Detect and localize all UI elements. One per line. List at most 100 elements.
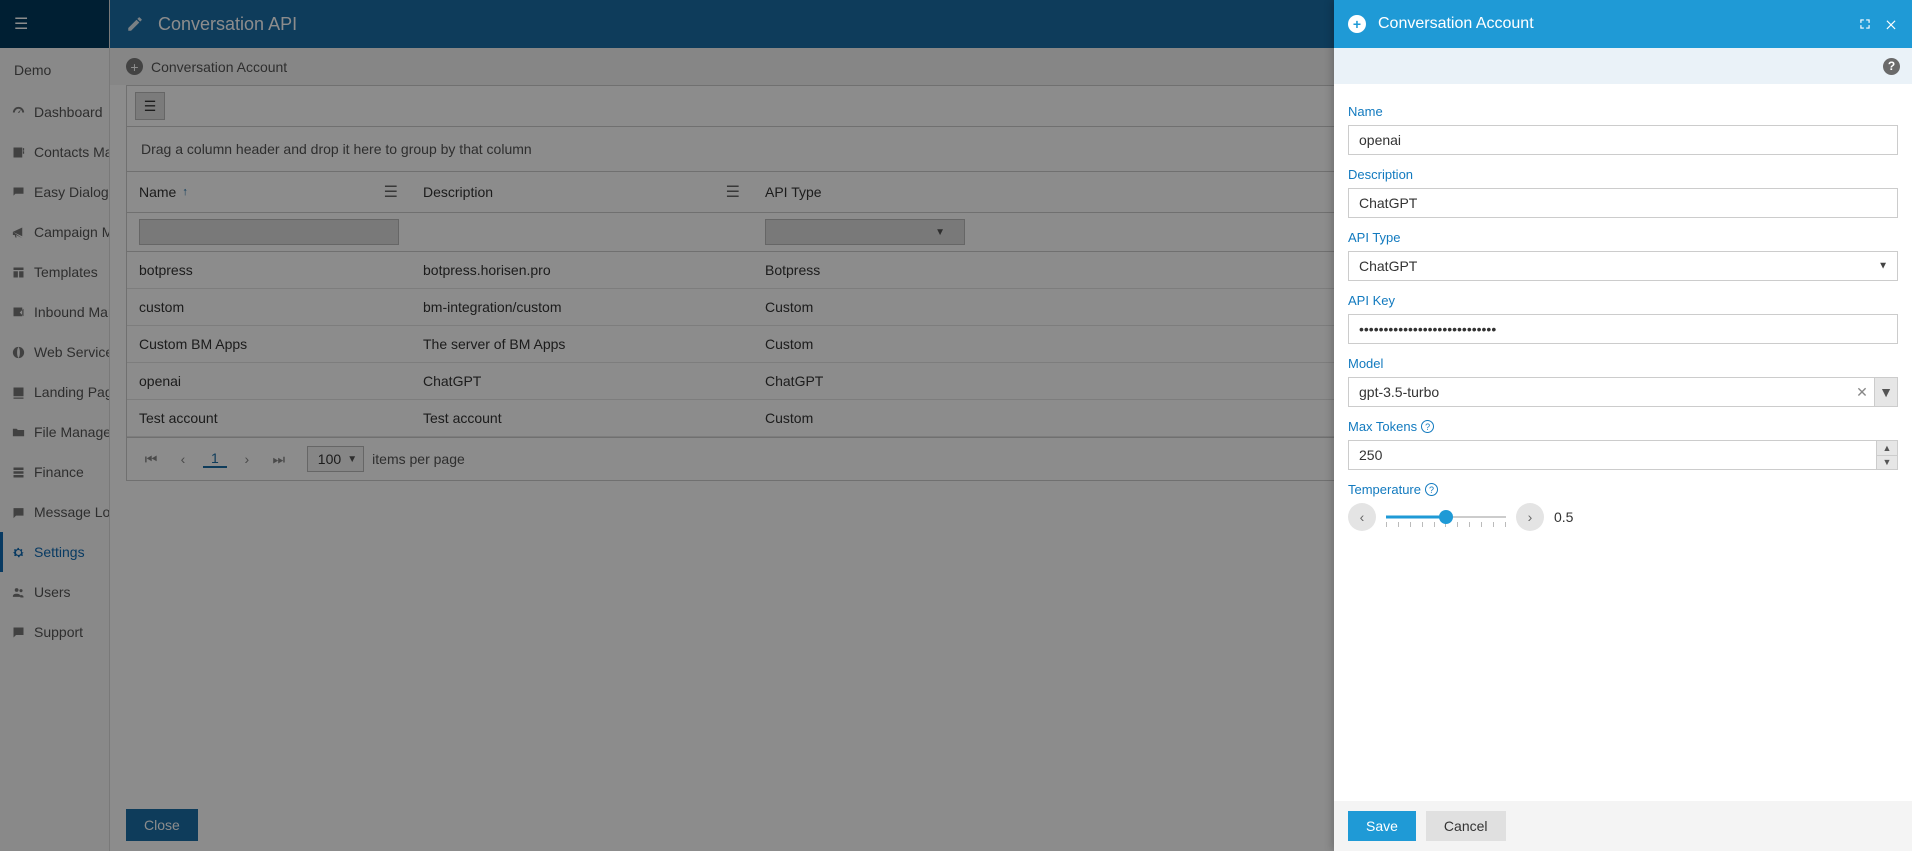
filter-name-input[interactable]	[139, 219, 399, 245]
sidebar-item-contacts-manager[interactable]: Contacts Manager	[0, 132, 109, 172]
plus-circle-icon: +	[1348, 15, 1366, 33]
hamburger-icon: ☰	[14, 14, 28, 34]
webservices-icon	[10, 344, 26, 360]
spin-up-icon[interactable]: ▲	[1877, 441, 1897, 455]
sidebar-item-label: Support	[34, 624, 83, 640]
messagelog-icon	[10, 504, 26, 520]
temperature-value: 0.5	[1554, 509, 1573, 525]
sidebar-item-campaign-manager[interactable]: Campaign Manager	[0, 212, 109, 252]
pager-prev-icon[interactable]: ‹	[171, 447, 195, 471]
sidebar-item-users[interactable]: Users	[0, 572, 109, 612]
inbound-icon	[10, 304, 26, 320]
pencil-icon	[126, 15, 144, 33]
pager-last-icon[interactable]: ⏭	[267, 447, 291, 471]
sidebar-item-templates[interactable]: Templates	[0, 252, 109, 292]
close-button[interactable]: Close	[126, 809, 198, 841]
max-tokens-field[interactable]	[1348, 440, 1876, 470]
sidebar-item-settings[interactable]: Settings	[0, 532, 109, 572]
sidebar-item-label: Settings	[34, 544, 85, 560]
pager-page[interactable]: 1	[203, 450, 227, 468]
pager-first-icon[interactable]: ⏮	[139, 447, 163, 471]
sidebar-item-label: Easy Dialog	[34, 184, 109, 200]
sort-asc-icon: ↑	[182, 186, 188, 198]
panel-header: + Conversation Account	[1334, 0, 1912, 48]
spin-down-icon[interactable]: ▼	[1877, 455, 1897, 470]
sidebar-item-label: Inbound Manager	[34, 304, 109, 320]
temperature-slider[interactable]	[1386, 507, 1506, 527]
sidebar-item-label: Message Log	[34, 504, 109, 520]
info-icon[interactable]: ?	[1425, 483, 1438, 496]
sidebar-item-label: Landing Pages	[34, 384, 109, 400]
api-type-select[interactable]	[1348, 251, 1898, 281]
grid-menu-button[interactable]: ☰	[135, 92, 165, 120]
chevron-down-icon: ▼	[347, 454, 357, 465]
close-icon[interactable]	[1884, 17, 1898, 31]
users-icon	[10, 584, 26, 600]
sidebar-item-file-manager[interactable]: File Manager	[0, 412, 109, 452]
page-title: Conversation API	[158, 14, 297, 35]
column-description[interactable]: Description	[423, 184, 493, 200]
description-field[interactable]	[1348, 188, 1898, 218]
cell-name: botpress	[127, 252, 411, 288]
panel-footer: Save Cancel	[1334, 801, 1912, 851]
column-api-type[interactable]: API Type	[765, 184, 822, 200]
sidebar-item-landing-pages[interactable]: Landing Pages	[0, 372, 109, 412]
help-icon[interactable]: ?	[1883, 58, 1900, 75]
cell-name: Custom BM Apps	[127, 326, 411, 362]
slider-increase-button[interactable]: ›	[1516, 503, 1544, 531]
sidebar-item-label: Users	[34, 584, 71, 600]
cell-description: Test account	[411, 400, 753, 436]
campaign-icon	[10, 224, 26, 240]
sidebar-item-support[interactable]: Support	[0, 612, 109, 652]
sidebar-item-inbound-manager[interactable]: Inbound Manager	[0, 292, 109, 332]
expand-icon[interactable]	[1858, 17, 1872, 31]
sidebar-hamburger[interactable]: ☰	[0, 0, 109, 48]
account-panel: + Conversation Account ? Name Descriptio…	[1334, 0, 1912, 851]
pager-next-icon[interactable]: ›	[235, 447, 259, 471]
slider-thumb[interactable]	[1439, 510, 1453, 524]
sidebar-item-dashboard[interactable]: Dashboard	[0, 92, 109, 132]
cancel-button[interactable]: Cancel	[1426, 811, 1506, 841]
sidebar-context: Demo	[0, 48, 109, 92]
panel-subbar: ?	[1334, 48, 1912, 84]
cell-name: custom	[127, 289, 411, 325]
dashboard-icon	[10, 104, 26, 120]
settings-icon	[10, 544, 26, 560]
templates-icon	[10, 264, 26, 280]
filter-type-select[interactable]	[765, 219, 965, 245]
add-account-icon[interactable]: +	[126, 58, 143, 75]
label-temperature: Temperature ?	[1348, 482, 1898, 497]
model-field[interactable]	[1348, 377, 1850, 407]
sidebar-item-easy-dialog[interactable]: Easy Dialog	[0, 172, 109, 212]
column-name-menu-icon[interactable]: ☰	[384, 182, 398, 202]
label-max-tokens: Max Tokens ?	[1348, 419, 1898, 434]
sidebar-item-message-log[interactable]: Message Log	[0, 492, 109, 532]
column-name[interactable]: Name↑	[139, 184, 188, 200]
sidebar-item-label: Campaign Manager	[34, 224, 109, 240]
landing-icon	[10, 384, 26, 400]
cell-name: Test account	[127, 400, 411, 436]
sidebar-item-label: Finance	[34, 464, 84, 480]
page-size-select[interactable]: 100 ▼	[307, 446, 364, 472]
sidebar-item-web-services[interactable]: Web Services	[0, 332, 109, 372]
cell-description: bm-integration/custom	[411, 289, 753, 325]
contacts-icon	[10, 144, 26, 160]
name-field[interactable]	[1348, 125, 1898, 155]
pager-items-label: items per page	[372, 451, 465, 467]
info-icon[interactable]: ?	[1421, 420, 1434, 433]
finance-icon	[10, 464, 26, 480]
sidebar-item-finance[interactable]: Finance	[0, 452, 109, 492]
column-desc-menu-icon[interactable]: ☰	[726, 182, 740, 202]
api-key-field[interactable]	[1348, 314, 1898, 344]
label-model: Model	[1348, 356, 1898, 371]
label-api-type: API Type	[1348, 230, 1898, 245]
sidebar: ☰ Demo DashboardContacts Manager Easy Dia…	[0, 0, 110, 851]
add-account-label[interactable]: Conversation Account	[151, 59, 287, 75]
cell-name: openai	[127, 363, 411, 399]
save-button[interactable]: Save	[1348, 811, 1416, 841]
file-icon	[10, 424, 26, 440]
clear-icon[interactable]: ✕	[1850, 377, 1874, 407]
dropdown-button-icon[interactable]: ▼	[1874, 377, 1898, 407]
support-icon	[10, 624, 26, 640]
slider-decrease-button[interactable]: ‹	[1348, 503, 1376, 531]
